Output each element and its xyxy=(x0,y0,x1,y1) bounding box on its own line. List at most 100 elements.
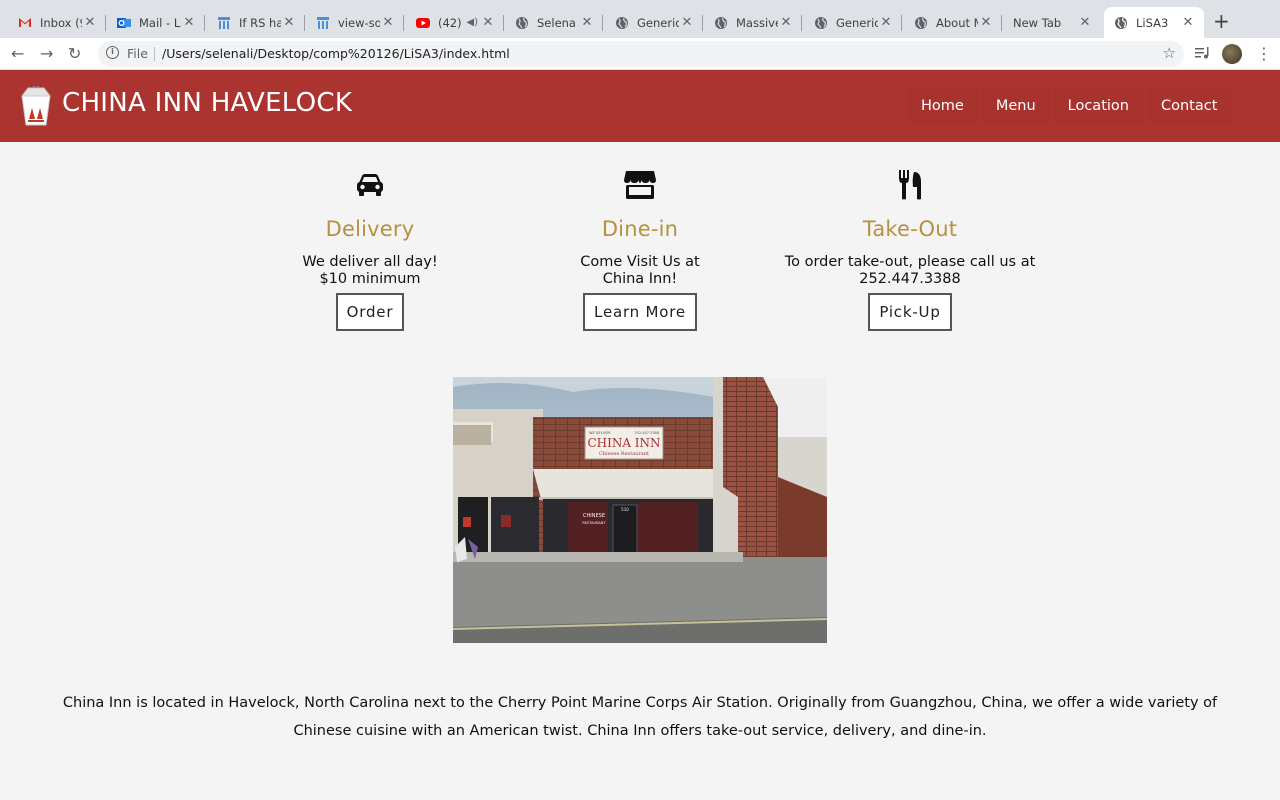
feature-take-out: Take-Out To order take-out, please call … xyxy=(760,168,1060,331)
new-tab-button[interactable]: + xyxy=(1213,11,1230,31)
browser-tab[interactable]: About M ✕ xyxy=(896,7,1002,38)
nav-home[interactable]: Home xyxy=(906,87,979,125)
globe-icon xyxy=(914,16,928,30)
restaurant-storefront-photo: CHINA INN Chinese Restaurant WE DELIVER … xyxy=(453,377,827,643)
close-tab-icon[interactable]: ✕ xyxy=(679,15,695,30)
close-tab-icon[interactable]: ✕ xyxy=(778,15,794,30)
forward-arrow-icon[interactable]: → xyxy=(40,44,53,64)
feature-line: Come Visit Us at xyxy=(580,254,700,270)
media-playlist-icon[interactable] xyxy=(1195,46,1211,64)
browser-tab-strip: Inbox (9 ✕ Mail - Li ✕ If RS has ✕ view-… xyxy=(0,0,1280,38)
feature-text: We deliver all day! $10 minimum xyxy=(220,254,520,288)
browser-tab[interactable]: (42) ◀) ✕ xyxy=(398,7,504,38)
feature-line: We deliver all day! xyxy=(302,254,438,270)
browser-tab[interactable]: Massivel ✕ xyxy=(696,7,802,38)
close-tab-icon[interactable]: ✕ xyxy=(380,15,396,30)
browser-toolbar: ← → ↻ i File /Users/selenali/Desktop/com… xyxy=(0,38,1280,70)
photo-sign-subtext: Chinese Restaurant xyxy=(599,451,649,457)
order-button[interactable]: Order xyxy=(335,293,405,331)
kebab-menu-icon[interactable]: ⋮ xyxy=(1256,44,1272,63)
info-icon[interactable]: i xyxy=(106,46,119,59)
tab-title: Generic xyxy=(836,15,878,30)
tab-title: New Tab xyxy=(1013,15,1062,30)
youtube-icon xyxy=(416,16,430,30)
feature-line: China Inn! xyxy=(602,271,678,287)
feature-text: Come Visit Us at China Inn! xyxy=(490,254,790,288)
tab-title: About M xyxy=(936,15,978,30)
address-bar[interactable]: i File /Users/selenali/Desktop/comp%2012… xyxy=(98,41,1184,67)
browser-tab[interactable]: Mail - Li ✕ xyxy=(99,7,205,38)
globe-icon xyxy=(814,16,828,30)
bookmark-star-icon[interactable]: ☆ xyxy=(1163,44,1176,62)
tab-title: (42) xyxy=(438,15,462,30)
learn-more-button[interactable]: Learn More xyxy=(583,293,697,331)
close-tab-icon[interactable]: ✕ xyxy=(181,15,197,30)
photo-sign-top-left: WE DELIVER xyxy=(589,431,611,435)
pick-up-button[interactable]: Pick-Up xyxy=(868,293,952,331)
photo-sign-text: CHINA INN xyxy=(587,436,660,450)
browser-tab[interactable]: If RS has ✕ xyxy=(199,7,305,38)
main-nav: Home Menu Location Contact xyxy=(906,87,1234,125)
browser-tab[interactable]: view-sou ✕ xyxy=(298,7,404,38)
browser-tab-active[interactable]: LiSA3 ✕ xyxy=(1104,7,1204,38)
tab-title: view-sou xyxy=(338,15,380,30)
close-tab-icon[interactable]: ✕ xyxy=(978,15,994,30)
profile-avatar[interactable] xyxy=(1222,44,1242,64)
takeout-box-logo-icon[interactable] xyxy=(18,86,54,126)
tab-title: Generic xyxy=(637,15,679,30)
photo-window-text: CHINESE xyxy=(583,513,605,519)
car-icon xyxy=(220,168,520,202)
back-arrow-icon[interactable]: ← xyxy=(11,44,24,64)
feature-line: To order take-out, please call us at xyxy=(784,254,1036,270)
store-icon xyxy=(490,168,790,202)
tab-title: If RS has xyxy=(239,15,281,30)
close-tab-icon[interactable]: ✕ xyxy=(1077,15,1093,30)
url-text[interactable]: /Users/selenali/Desktop/comp%20126/LiSA3… xyxy=(162,46,510,61)
reload-icon[interactable]: ↻ xyxy=(68,44,81,64)
about-paragraph: China Inn is located in Havelock, North … xyxy=(62,695,1218,739)
nav-contact[interactable]: Contact xyxy=(1145,87,1233,125)
globe-icon xyxy=(714,16,728,30)
close-tab-icon[interactable]: ✕ xyxy=(480,15,496,30)
photo-sign-top-right: 252.447.3388 xyxy=(635,431,660,435)
feature-line: $10 minimum xyxy=(319,271,421,287)
audio-playing-icon[interactable]: ◀) xyxy=(466,17,478,28)
site-brand-title[interactable]: CHINA INN HAVELOCK xyxy=(62,88,352,118)
close-tab-icon[interactable]: ✕ xyxy=(878,15,894,30)
feature-delivery: Delivery We deliver all day! $10 minimum… xyxy=(220,168,520,331)
utensils-icon xyxy=(760,168,1060,202)
globe-icon xyxy=(615,16,629,30)
feature-title: Delivery xyxy=(325,217,415,241)
browser-tab[interactable]: Generic ✕ xyxy=(796,7,902,38)
globe-icon xyxy=(1114,16,1128,30)
document-icon xyxy=(316,16,330,30)
close-tab-icon[interactable]: ✕ xyxy=(82,15,98,30)
nav-location[interactable]: Location xyxy=(1052,87,1144,125)
browser-tab[interactable]: Generic ✕ xyxy=(597,7,703,38)
browser-tab[interactable]: Selena L ✕ xyxy=(497,7,603,38)
feature-dine-in: Dine-in Come Visit Us at China Inn! Lear… xyxy=(490,168,790,331)
omnibox-divider xyxy=(154,47,155,61)
tab-title: Mail - Li xyxy=(139,15,181,30)
scheme-label: File xyxy=(127,46,148,61)
tab-title: LiSA3 xyxy=(1136,15,1169,30)
outlook-icon xyxy=(117,16,131,30)
globe-icon xyxy=(515,16,529,30)
close-tab-icon[interactable]: ✕ xyxy=(1180,15,1196,30)
tab-title: Massivel xyxy=(736,15,778,30)
tab-title: Inbox (9 xyxy=(40,15,82,30)
gmail-icon xyxy=(18,16,32,30)
browser-tab[interactable]: New Tab ✕ xyxy=(995,7,1101,38)
photo-door-number: 510 xyxy=(621,507,629,512)
photo-window-text2: RESTAURANT xyxy=(582,521,606,525)
nav-menu[interactable]: Menu xyxy=(980,87,1051,125)
tab-title: Selena L xyxy=(537,15,579,30)
close-tab-icon[interactable]: ✕ xyxy=(579,15,595,30)
feature-title: Take-Out xyxy=(862,217,958,241)
feature-title: Dine-in xyxy=(601,217,679,241)
feature-text: To order take-out, please call us at 252… xyxy=(760,254,1060,288)
document-icon xyxy=(217,16,231,30)
close-tab-icon[interactable]: ✕ xyxy=(281,15,297,30)
phone-number: 252.447.3388 xyxy=(859,271,961,287)
browser-tab[interactable]: Inbox (9 ✕ xyxy=(0,7,106,38)
